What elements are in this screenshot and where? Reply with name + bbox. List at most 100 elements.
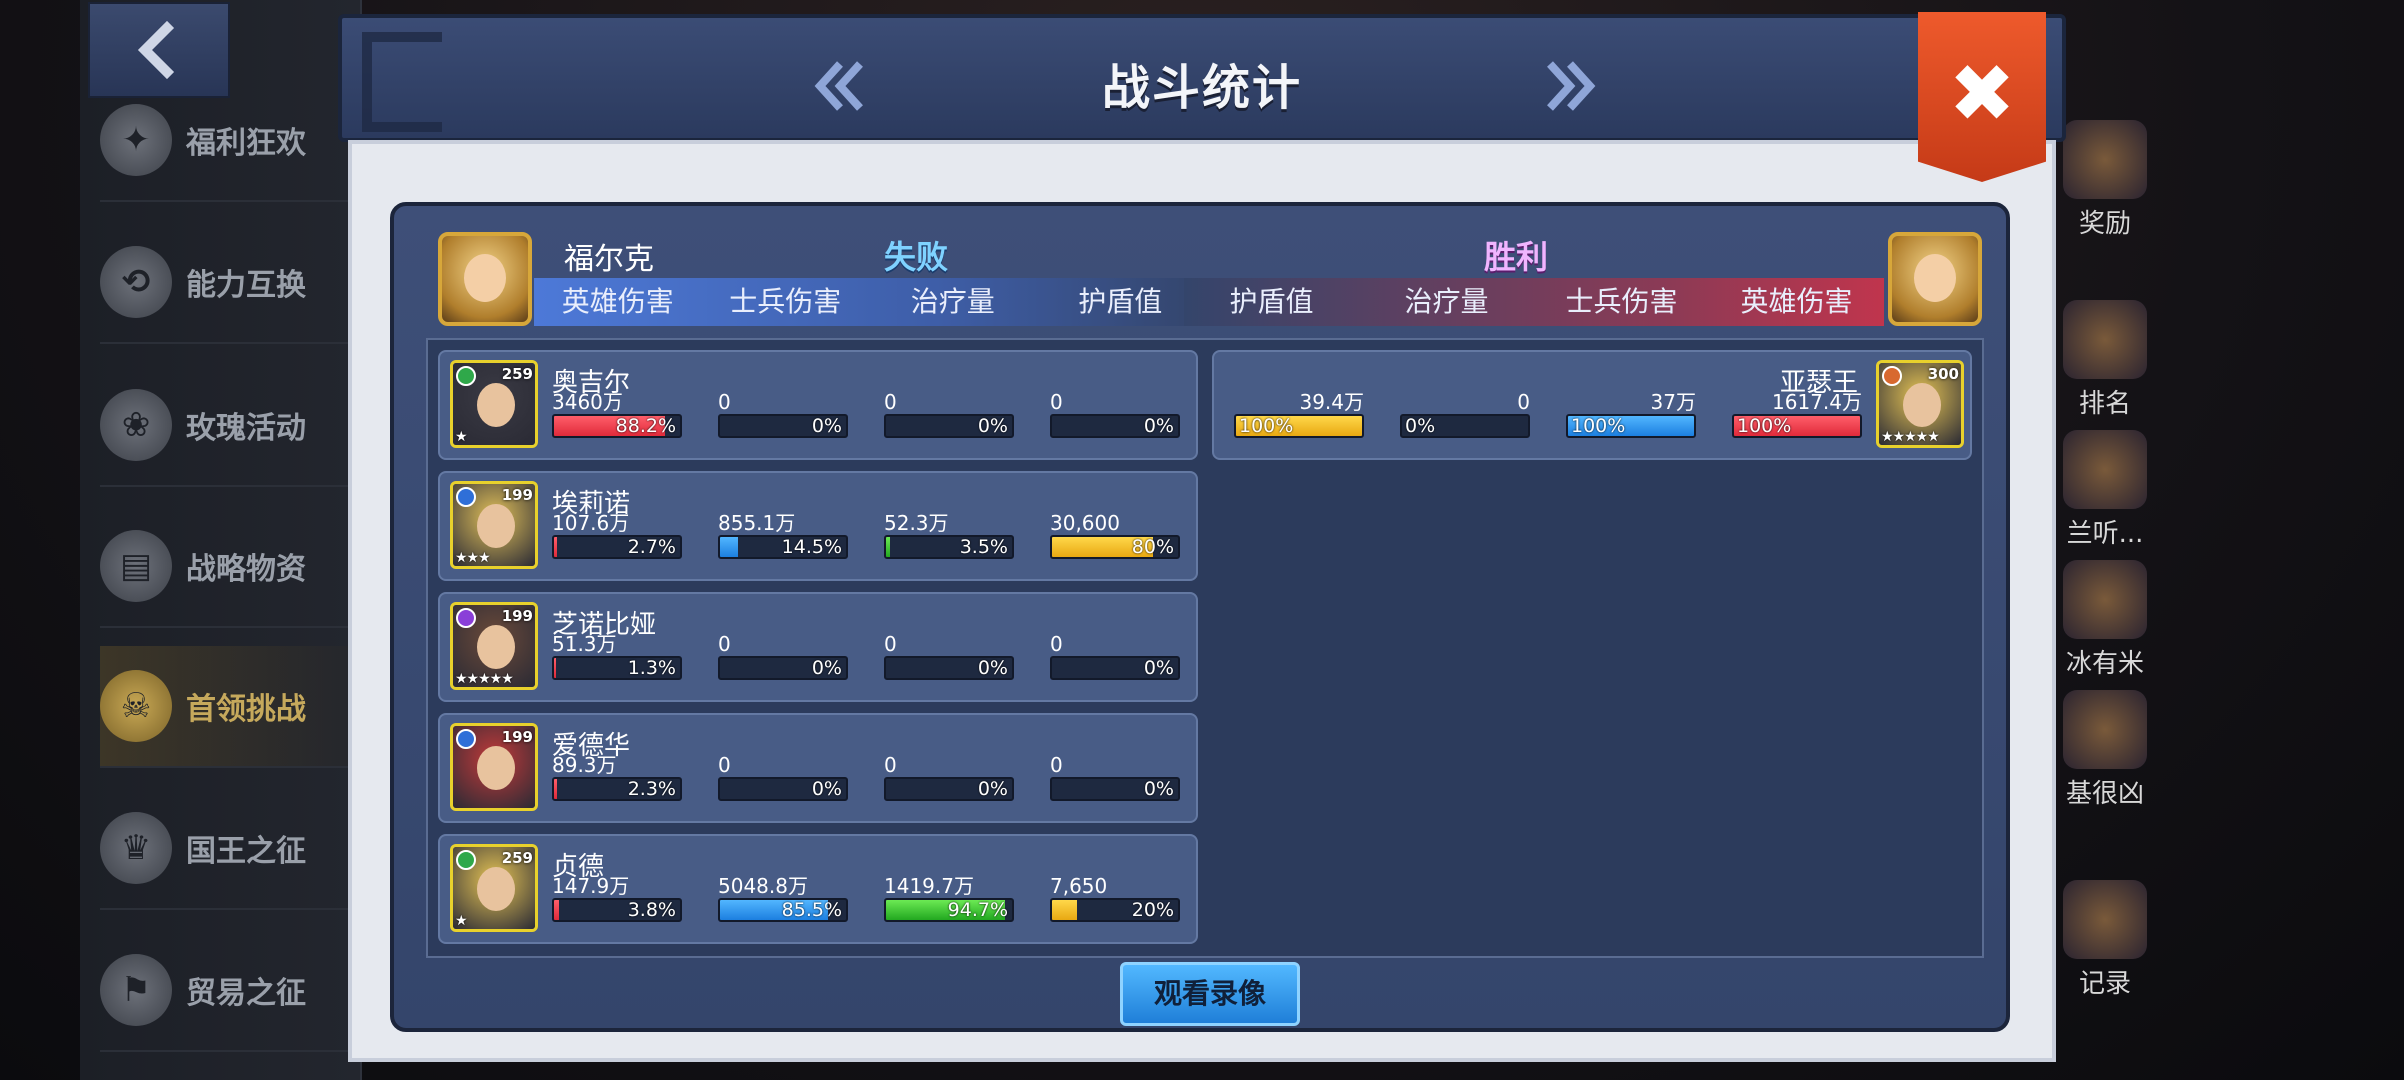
right-shortcut-1[interactable]: 排名 [2055, 300, 2155, 420]
boss-skull-icon: ☠ [100, 670, 172, 742]
hero-avatar[interactable]: 259 ★ [450, 844, 538, 932]
party-icon: ✦ [100, 104, 172, 176]
col-header-shield: 护盾值 [1229, 285, 1314, 318]
right-shortcut-3[interactable]: 冰有米 [2055, 560, 2155, 680]
col-header-healing: 治疗量 [910, 285, 995, 318]
close-button[interactable]: ✖ [1918, 12, 2046, 182]
stat-value: 1617.4万 [1772, 390, 1862, 414]
stat-cell: 0 0% [1050, 632, 1180, 680]
stat-progress-bar: 0% [884, 656, 1014, 680]
menu-item-2[interactable]: ❀ 玫瑰活动 [100, 365, 350, 487]
stat-bar-fill [720, 537, 739, 557]
star-rating: ★★★★★ [1881, 429, 1940, 445]
stat-progress-bar: 0% [718, 777, 848, 801]
menu-item-label: 能力互换 [186, 268, 306, 303]
stat-progress-bar: 0% [1400, 414, 1530, 438]
stat-value: 52.3万 [884, 511, 949, 535]
shortcut-label: 记录 [2078, 969, 2131, 999]
menu-item-1[interactable]: ⟲ 能力互换 [100, 222, 350, 344]
menu-item-label: 战略物资 [186, 552, 306, 587]
hero-row: 259 ★ 奥吉尔 3460万 88.2% 0 0% 0 0% 0 0% [438, 350, 1198, 460]
stat-value: 855.1万 [718, 511, 796, 535]
stat-cell: 0 0% [884, 632, 1014, 680]
hero-level: 199 [501, 486, 533, 504]
stat-cell: 0 0% [884, 753, 1014, 801]
hero-avatar[interactable]: 199 ★★★★★ [450, 602, 538, 690]
hero-row: 199 ★★★★★ 芝诺比娅 51.3万 1.3% 0 0% 0 0% 0 0% [438, 592, 1198, 702]
stat-progress-bar: 3.8% [552, 898, 682, 922]
stat-percent: 85.5% [781, 899, 842, 921]
stat-progress-bar: 100% [1234, 414, 1364, 438]
hero-avatar[interactable]: 259 ★ [450, 360, 538, 448]
right-shortcut-5[interactable]: 记录 [2055, 880, 2155, 1000]
stat-value: 0 [884, 753, 897, 777]
dialog-title: 战斗统计 [1101, 60, 1302, 116]
menu-item-0[interactable]: ✦ 福利狂欢 [100, 80, 350, 202]
stat-progress-bar: 0% [1050, 656, 1180, 680]
hero-level: 259 [501, 849, 533, 867]
supplies-icon: ▤ [100, 530, 172, 602]
hero-avatar[interactable]: 199 ★★★ [450, 481, 538, 569]
stat-bar-fill [554, 900, 559, 920]
stat-value: 0 [1050, 753, 1063, 777]
stat-cell: 7,650 20% [1050, 874, 1180, 922]
rank-gem-icon [456, 366, 476, 386]
col-header-hero-damage: 英雄伤害 [1740, 285, 1853, 318]
stat-percent: 100% [1239, 415, 1294, 437]
rank-gem-icon [1882, 366, 1902, 386]
stat-progress-bar: 0% [1050, 777, 1180, 801]
rank-gem-icon [456, 850, 476, 870]
menu-item-6[interactable]: ⚑ 贸易之征 [100, 930, 350, 1052]
menu-item-5[interactable]: ♛ 国王之征 [100, 788, 350, 910]
stat-cell: 37万 100% [1566, 390, 1696, 438]
stat-progress-bar: 0% [718, 414, 848, 438]
stat-progress-bar: 20% [1050, 898, 1180, 922]
stat-value: 0 [718, 632, 731, 656]
star-rating: ★ [455, 913, 468, 929]
right-column-headers: 护盾值 治疗量 士兵伤害 英雄伤害 [1184, 278, 1884, 326]
stat-progress-bar: 85.5% [718, 898, 848, 922]
stat-bar-fill [1052, 900, 1078, 920]
hero-row: 300 ★★★★★ 亚瑟王 39.4万 100% 0 0% 37万 100% 1617.4万 100… [1212, 350, 1972, 460]
double-chevron-right-icon[interactable] [1540, 58, 1600, 114]
menu-item-3[interactable]: ▤ 战略物资 [100, 506, 350, 628]
trade-icon: ⚑ [100, 954, 172, 1026]
right-result-label: 胜利 [1484, 238, 1549, 276]
hero-stats-list: 259 ★ 奥吉尔 3460万 88.2% 0 0% 0 0% 0 0% 199 ★★★ 埃莉诺 107.6… [426, 338, 1984, 958]
rank-gem-icon [456, 608, 476, 628]
hero-avatar[interactable]: 199 [450, 723, 538, 811]
right-player-portrait [1888, 232, 1982, 326]
hero-level: 259 [501, 365, 533, 383]
stats-container: 福尔克 失败 胜利 英雄伤害 士兵伤害 治疗量 护盾值 护盾值 治疗量 士兵伤害… [390, 202, 2010, 1032]
menu-item-label: 首领挑战 [186, 692, 306, 727]
hero-level: 199 [501, 728, 533, 746]
stat-percent: 0% [977, 657, 1008, 679]
right-shortcut-0[interactable]: 奖励 [2055, 120, 2155, 240]
stat-percent: 1.3% [627, 657, 676, 679]
shortcut-image [2063, 690, 2147, 769]
shortcut-image [2063, 430, 2147, 509]
stat-progress-bar: 0% [884, 414, 1014, 438]
stat-value: 1419.7万 [884, 874, 974, 898]
stat-cell: 107.6万 2.7% [552, 511, 682, 559]
right-shortcut-4[interactable]: 基很凶 [2055, 690, 2155, 810]
battle-stats-dialog: 战斗统计 福尔克 失败 胜利 英雄伤害 士兵伤害 治疗量 护盾值 护盾值 治疗量… [338, 12, 2066, 1066]
stat-percent: 0% [1143, 778, 1174, 800]
watch-replay-button[interactable]: 观看录像 [1120, 962, 1300, 1026]
stat-value: 3460万 [552, 390, 623, 414]
stat-value: 0 [1050, 390, 1063, 414]
menu-item-4[interactable]: ☠ 首领挑战 [100, 646, 350, 768]
stat-progress-bar: 2.7% [552, 535, 682, 559]
stat-cell: 5048.8万 85.5% [718, 874, 848, 922]
hero-avatar[interactable]: 300 ★★★★★ [1876, 360, 1964, 448]
right-shortcut-2[interactable]: 兰听... [2055, 430, 2155, 550]
stat-cell: 0 0% [884, 390, 1014, 438]
shortcut-image [2063, 120, 2147, 199]
stat-cell: 52.3万 3.5% [884, 511, 1014, 559]
left-player-name: 福尔克 [564, 242, 654, 277]
star-rating: ★★★ [455, 550, 491, 566]
dialog-body: 福尔克 失败 胜利 英雄伤害 士兵伤害 治疗量 护盾值 护盾值 治疗量 士兵伤害… [348, 140, 2056, 1062]
hero-level: 199 [501, 607, 533, 625]
stat-value: 7,650 [1050, 874, 1108, 898]
rank-gem-icon [456, 487, 476, 507]
